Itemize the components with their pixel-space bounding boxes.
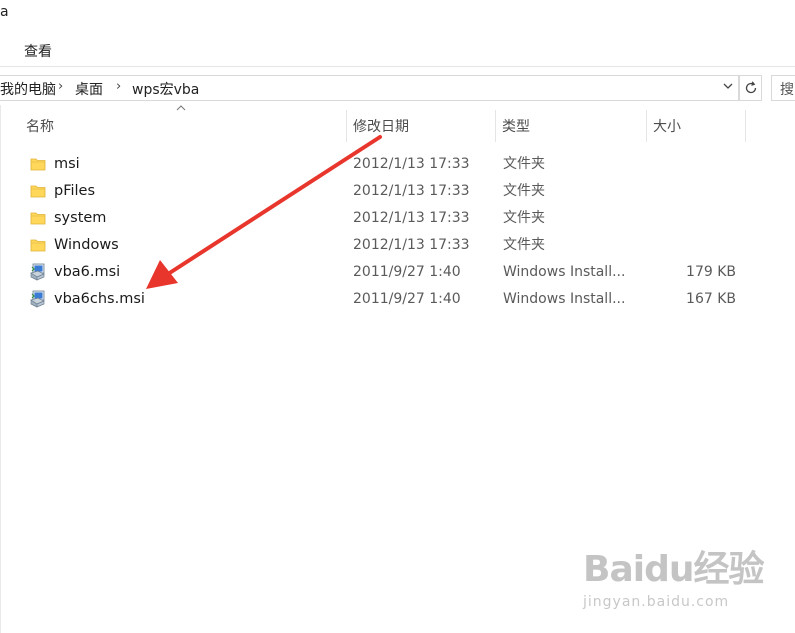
- file-date: 2012/1/13 17:33: [353, 156, 470, 172]
- breadcrumb-this-pc[interactable]: 我的电脑: [0, 79, 56, 99]
- breadcrumb-separator[interactable]: ›: [116, 79, 121, 94]
- file-name: vba6chs.msi: [54, 291, 145, 307]
- file-type: Windows Install...: [503, 291, 626, 307]
- chevron-down-icon[interactable]: [720, 80, 736, 96]
- file-name: Windows: [54, 237, 119, 253]
- window-title: a: [0, 4, 9, 20]
- tab-view[interactable]: 查看: [24, 41, 52, 61]
- folder-icon: [30, 237, 46, 253]
- file-date: 2011/9/27 1:40: [353, 264, 461, 280]
- file-type: 文件夹: [503, 156, 545, 172]
- refresh-icon[interactable]: [739, 75, 762, 101]
- ribbon-divider: [0, 66, 795, 67]
- file-row-msi[interactable]: msi 2012/1/13 17:33 文件夹: [20, 151, 760, 178]
- breadcrumb-separator[interactable]: ›: [58, 79, 63, 94]
- column-divider[interactable]: [745, 110, 746, 142]
- file-date: 2011/9/27 1:40: [353, 291, 461, 307]
- file-name: pFiles: [54, 183, 96, 199]
- file-row-windows[interactable]: Windows 2012/1/13 17:33 文件夹: [20, 232, 760, 259]
- file-type: 文件夹: [503, 237, 545, 253]
- file-size: 167 KB: [686, 291, 736, 307]
- folder-icon: [30, 156, 46, 172]
- column-header-date[interactable]: 修改日期: [347, 110, 495, 142]
- file-row-vba6chs-msi[interactable]: vba6chs.msi 2011/9/27 1:40 Windows Insta…: [20, 286, 760, 313]
- file-name: msi: [54, 156, 80, 172]
- watermark-logo: Baidu经验 jingyan.baidu.com: [583, 540, 764, 610]
- column-header-name[interactable]: 名称: [20, 110, 346, 142]
- folder-icon: [30, 210, 46, 226]
- breadcrumb-wps-vba[interactable]: wps宏vba: [132, 79, 199, 99]
- file-type: 文件夹: [503, 183, 545, 199]
- folder-icon: [30, 183, 46, 199]
- file-date: 2012/1/13 17:33: [353, 210, 470, 226]
- file-name: system: [54, 210, 107, 226]
- address-bar[interactable]: [0, 75, 739, 101]
- breadcrumb-desktop[interactable]: 桌面: [75, 79, 103, 99]
- column-header-type[interactable]: 类型: [496, 110, 646, 142]
- pane-border: [0, 105, 1, 633]
- column-header-size[interactable]: 大小: [647, 110, 745, 142]
- file-date: 2012/1/13 17:33: [353, 237, 470, 253]
- file-row-vba6-msi[interactable]: vba6.msi 2011/9/27 1:40 Windows Install.…: [20, 259, 760, 286]
- file-date: 2012/1/13 17:33: [353, 183, 470, 199]
- file-row-pfiles[interactable]: pFiles 2012/1/13 17:33 文件夹: [20, 178, 760, 205]
- installer-icon: [30, 290, 46, 308]
- watermark-brand: Baidu经验: [583, 549, 764, 590]
- file-type: 文件夹: [503, 210, 545, 226]
- file-size: 179 KB: [686, 264, 736, 280]
- watermark-url: jingyan.baidu.com: [583, 594, 730, 610]
- file-name: vba6.msi: [54, 264, 121, 280]
- file-row-system[interactable]: system 2012/1/13 17:33 文件夹: [20, 205, 760, 232]
- search-input[interactable]: 搜: [771, 75, 795, 101]
- installer-icon: [30, 263, 46, 281]
- file-type: Windows Install...: [503, 264, 626, 280]
